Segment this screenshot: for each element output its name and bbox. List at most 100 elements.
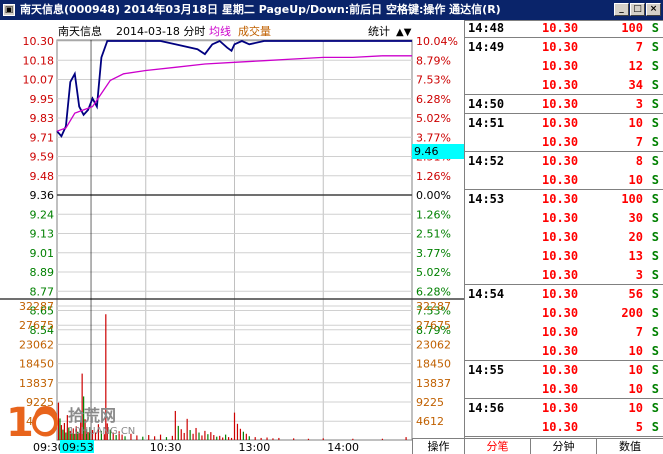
tick-time: 14:48 bbox=[468, 21, 505, 35]
tick-price: 10.30 bbox=[542, 344, 579, 358]
tick-volume: 10 bbox=[628, 116, 643, 130]
tab-operate[interactable]: 操作 bbox=[412, 438, 464, 454]
pct-tick-label: 8.79% bbox=[416, 54, 451, 67]
tick-row: 10.30 30 S bbox=[464, 209, 663, 228]
tick-flag: S bbox=[651, 420, 659, 434]
tick-volume: 30 bbox=[628, 211, 643, 225]
tick-time: 14:53 bbox=[468, 192, 505, 206]
watermark-logo: 10 拾荒网 10HUANG.CN bbox=[6, 400, 146, 450]
tick-group-separator bbox=[464, 37, 663, 38]
pct-tick-label: 5.02% bbox=[416, 266, 451, 279]
tick-row: 10.30 10 S bbox=[464, 342, 663, 361]
time-tick-label: 10:30 bbox=[150, 441, 182, 454]
time-tick-label: 14:00 bbox=[327, 441, 359, 454]
tick-row: 10.30 7 S bbox=[464, 323, 663, 342]
pct-tick-label: 3.77% bbox=[416, 247, 451, 260]
tick-volume: 34 bbox=[628, 78, 643, 92]
price-tick-label: 10.18 bbox=[23, 54, 55, 67]
close-button[interactable]: × bbox=[646, 3, 661, 16]
date-label: 2014-03-18 分时 bbox=[116, 25, 205, 38]
maximize-button[interactable]: □ bbox=[630, 3, 645, 16]
tick-row: 10.30 10 S bbox=[464, 380, 663, 399]
tick-price: 10.30 bbox=[542, 306, 579, 320]
tick-price: 10.30 bbox=[542, 325, 579, 339]
tick-row: 14:51 10.30 10 S bbox=[464, 114, 663, 133]
price-tick-label: 9.83 bbox=[30, 112, 55, 125]
tick-price: 10.30 bbox=[542, 135, 579, 149]
tick-flag: S bbox=[651, 268, 659, 282]
price-tick-label: 8.89 bbox=[30, 266, 55, 279]
tick-price: 10.30 bbox=[542, 287, 579, 301]
tab-values[interactable]: 数值 bbox=[596, 438, 663, 454]
tick-volume: 3 bbox=[635, 97, 643, 111]
vol-tick-label: 32287 bbox=[19, 300, 54, 313]
price-tick-label: 9.71 bbox=[30, 131, 55, 144]
pct-tick-label: 0.00% bbox=[416, 189, 451, 202]
tick-row: 10.30 13 S bbox=[464, 247, 663, 266]
tick-price: 10.30 bbox=[542, 192, 579, 206]
tick-price: 10.30 bbox=[542, 78, 579, 92]
tab-minutes[interactable]: 分钟 bbox=[530, 438, 596, 454]
tick-row: 10.30 34 S bbox=[464, 76, 663, 95]
pct-tick-label: 6.28% bbox=[416, 93, 451, 106]
tick-group-separator bbox=[464, 436, 663, 437]
tick-time: 14:55 bbox=[468, 363, 505, 377]
pct-tick-label: 6.28% bbox=[416, 285, 451, 298]
tick-volume: 200 bbox=[621, 306, 643, 320]
tab-ticks[interactable]: 分笔 bbox=[464, 438, 530, 454]
vol-tick-label-right: 32287 bbox=[416, 300, 451, 313]
tick-flag: S bbox=[651, 154, 659, 168]
price-tick-label: 8.77 bbox=[30, 285, 55, 298]
tick-time: 14:56 bbox=[468, 401, 505, 415]
pct-tick-label: 7.53% bbox=[416, 74, 451, 87]
tick-row: 14:54 10.30 56 S bbox=[464, 285, 663, 304]
tick-volume: 7 bbox=[635, 325, 643, 339]
tick-flag: S bbox=[651, 249, 659, 263]
tick-flag: S bbox=[651, 59, 659, 73]
tick-flag: S bbox=[651, 325, 659, 339]
tick-price: 10.30 bbox=[542, 211, 579, 225]
tick-volume: 3 bbox=[635, 268, 643, 282]
vol-tick-label-right: 4612 bbox=[416, 415, 444, 428]
stats-button[interactable]: 统计 bbox=[368, 25, 390, 38]
tick-flag: S bbox=[651, 192, 659, 206]
pct-tick-label: 1.26% bbox=[416, 208, 451, 221]
scroll-arrows-icon[interactable]: ▲▼ bbox=[396, 27, 412, 38]
tick-volume: 10 bbox=[628, 363, 643, 377]
tick-price: 10.30 bbox=[542, 154, 579, 168]
pct-tick-label: 3.77% bbox=[416, 131, 451, 144]
watermark-site-name: 拾荒网 bbox=[68, 406, 117, 425]
price-tick-label: 9.59 bbox=[30, 151, 55, 164]
tick-volume: 10 bbox=[628, 344, 643, 358]
vol-tick-label-right: 13837 bbox=[416, 377, 451, 390]
tick-flag: S bbox=[651, 21, 659, 35]
vol-tick-label-right: 27675 bbox=[416, 319, 451, 332]
tick-volume: 100 bbox=[621, 192, 643, 206]
price-tick-label: 9.48 bbox=[30, 170, 55, 183]
tick-row: 10.30 20 S bbox=[464, 228, 663, 247]
price-tick-label: 10.30 bbox=[23, 35, 55, 48]
intraday-chart[interactable]: 10.30 10.04% 10.18 8.79% 10.07 7.53% 9.95 6.28%… bbox=[0, 20, 464, 454]
pct-tick-label: 5.02% bbox=[416, 112, 451, 125]
tick-group-separator bbox=[464, 151, 663, 152]
price-tick-label: 10.07 bbox=[23, 74, 55, 87]
tick-group-separator bbox=[464, 94, 663, 95]
app-icon[interactable]: ▣ bbox=[3, 4, 15, 16]
minimize-button[interactable]: _ bbox=[614, 3, 629, 16]
price-tick-label: 9.13 bbox=[30, 228, 55, 241]
tick-flag: S bbox=[651, 211, 659, 225]
watermark-domain: 10HUANG.CN bbox=[68, 426, 136, 437]
tick-group-separator bbox=[464, 398, 663, 399]
price-tick-label: 9.01 bbox=[30, 247, 55, 260]
price-tick-label: 9.95 bbox=[30, 93, 55, 106]
tick-volume: 100 bbox=[621, 21, 643, 35]
tick-flag: S bbox=[651, 116, 659, 130]
tick-flag: S bbox=[651, 173, 659, 187]
tick-flag: S bbox=[651, 344, 659, 358]
tick-price: 10.30 bbox=[542, 21, 579, 35]
tick-volume: 5 bbox=[635, 420, 643, 434]
tick-volume: 8 bbox=[635, 154, 643, 168]
tick-price: 10.30 bbox=[542, 173, 579, 187]
tick-price: 10.30 bbox=[542, 420, 579, 434]
volume-legend-label: 成交量 bbox=[238, 24, 271, 38]
